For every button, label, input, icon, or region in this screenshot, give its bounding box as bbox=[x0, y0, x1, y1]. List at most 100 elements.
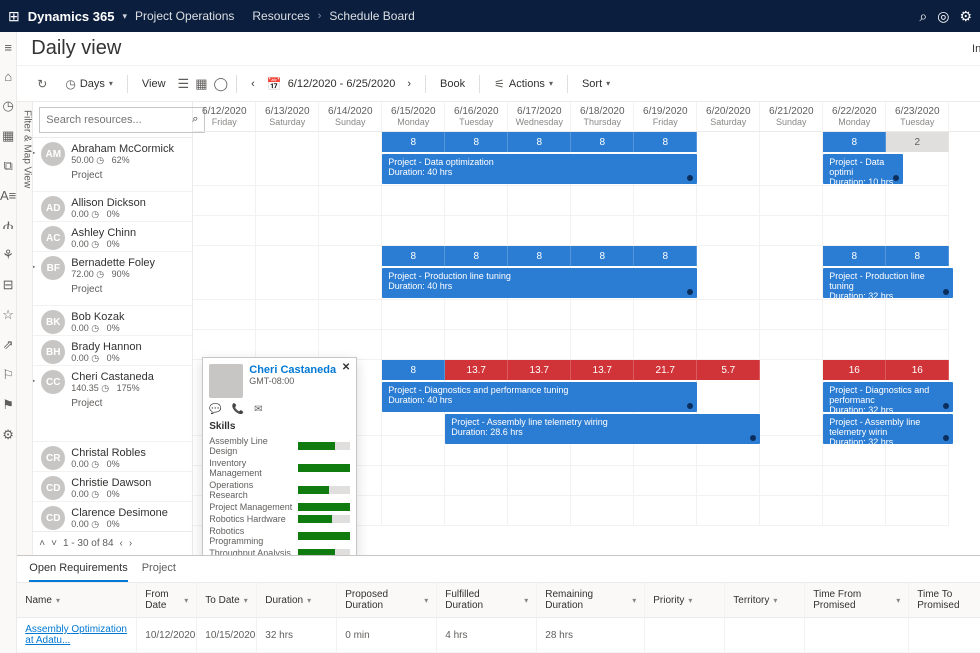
grid-view-icon[interactable]: ▦ bbox=[195, 76, 207, 92]
text-icon[interactable]: A≡ bbox=[0, 188, 16, 203]
skill-row: Robotics Hardware bbox=[209, 514, 350, 524]
home-icon[interactable]: ⌂ bbox=[4, 69, 12, 84]
tab-project[interactable]: Project bbox=[142, 562, 176, 582]
chevron-down-icon[interactable]: ▾ bbox=[122, 11, 127, 22]
refresh-button[interactable]: ↻ bbox=[31, 74, 53, 94]
skill-row: Operations Research bbox=[209, 480, 350, 500]
resource-item[interactable]: ▸AMAbraham McCormick50.00 ◷ 62%Project bbox=[33, 138, 192, 192]
booking-bar[interactable]: Project - Data optimizationDuration: 40 … bbox=[382, 154, 697, 184]
pager-down-icon[interactable]: ˅ bbox=[51, 538, 57, 549]
expand-icon[interactable]: ▸ bbox=[33, 262, 35, 271]
filter-map-tab[interactable]: Filter & Map View bbox=[17, 102, 33, 555]
column-header[interactable]: Time To Promised ▾ bbox=[909, 583, 980, 617]
pager-prev[interactable]: ‹ bbox=[120, 538, 123, 549]
avatar: BH bbox=[41, 340, 65, 364]
grid-icon[interactable]: ▦ bbox=[2, 128, 14, 144]
column-header[interactable]: Fulfilled Duration ▾ bbox=[437, 583, 537, 617]
target-icon[interactable]: ◎ bbox=[937, 8, 949, 25]
star-icon[interactable]: ☆ bbox=[2, 307, 14, 323]
skill-row: Throughput Analysis bbox=[209, 548, 350, 555]
people-icon[interactable]: ⚘ bbox=[2, 247, 14, 263]
search-input[interactable] bbox=[46, 114, 188, 126]
booking-bar[interactable]: Project - Diagnostics and performance tu… bbox=[382, 382, 697, 412]
sort-icon[interactable]: ▾ bbox=[632, 596, 636, 605]
pager-next[interactable]: › bbox=[129, 538, 132, 549]
flag-icon[interactable]: ⚑ bbox=[2, 397, 14, 413]
chart-icon[interactable]: ⇗ bbox=[3, 337, 14, 353]
list-view-icon[interactable]: ☰ bbox=[178, 76, 190, 92]
resource-item[interactable]: ▸BFBernadette Foley72.00 ◷ 90%Project bbox=[33, 252, 192, 306]
close-icon[interactable]: ✕ bbox=[342, 362, 350, 373]
expand-icon[interactable]: ▸ bbox=[33, 148, 35, 157]
tooltip-name[interactable]: Cheri Castaneda bbox=[249, 364, 336, 376]
breadcrumb-schedule-board[interactable]: Schedule Board bbox=[329, 9, 414, 23]
resource-item[interactable]: ADAllison Dickson0.00 ◷ 0% bbox=[33, 192, 192, 222]
actions-dropdown[interactable]: ⚟Actions▾ bbox=[488, 74, 559, 94]
area-name[interactable]: Project Operations bbox=[135, 9, 234, 23]
resource-search[interactable]: ⌕ bbox=[39, 107, 205, 133]
org-icon[interactable]: ሐ bbox=[3, 217, 13, 233]
capacity-cell: 21.7 bbox=[634, 360, 697, 380]
column-header[interactable]: To Date ▾ bbox=[197, 583, 257, 617]
sort-icon[interactable]: ▾ bbox=[688, 596, 692, 605]
layers-icon[interactable]: ⧉ bbox=[3, 158, 12, 174]
app-launcher-icon[interactable]: ⊞ bbox=[8, 8, 20, 25]
phone-icon[interactable]: 📞 bbox=[232, 404, 244, 415]
requirement-name-link[interactable]: Assembly Optimization at Adatu... bbox=[25, 624, 128, 646]
column-header[interactable]: Time From Promised ▾ bbox=[805, 583, 909, 617]
sort-icon[interactable]: ▾ bbox=[244, 596, 248, 605]
settings-icon[interactable]: ⚙ bbox=[959, 8, 972, 25]
mail-icon[interactable]: ✉ bbox=[254, 404, 262, 415]
resource-item[interactable]: CDChristie Dawson0.00 ◷ 0% bbox=[33, 472, 192, 502]
date-prev[interactable]: ‹ bbox=[245, 75, 261, 93]
divider bbox=[127, 75, 128, 93]
sort-icon[interactable]: ▾ bbox=[307, 596, 311, 605]
column-header[interactable]: Name ▾ bbox=[17, 583, 137, 617]
sort-icon[interactable]: ▾ bbox=[773, 596, 777, 605]
chat-icon[interactable]: 💬 bbox=[209, 404, 221, 415]
menu-icon[interactable]: ≡ bbox=[4, 40, 12, 55]
sort-icon[interactable]: ▾ bbox=[184, 596, 188, 605]
column-header[interactable]: Proposed Duration ▾ bbox=[337, 583, 437, 617]
booking-bar[interactable]: Project - Assembly line telemetry wiring… bbox=[445, 414, 760, 444]
resource-item[interactable]: BHBrady Hannon0.00 ◷ 0% bbox=[33, 336, 192, 366]
sort-dropdown[interactable]: Sort▾ bbox=[576, 75, 616, 93]
expand-icon[interactable]: ▸ bbox=[33, 376, 35, 385]
sort-icon[interactable]: ▾ bbox=[896, 596, 900, 605]
calendar-icon[interactable]: 📅 bbox=[267, 77, 282, 91]
column-header[interactable]: Duration ▾ bbox=[257, 583, 337, 617]
booking-bar[interactable]: Project - Assembly line telemetry wirinD… bbox=[823, 414, 953, 444]
requirements-row[interactable]: Assembly Optimization at Adatu... 10/12/… bbox=[17, 618, 980, 653]
days-dropdown[interactable]: ◷Days▾ bbox=[59, 74, 119, 94]
breadcrumb-resources[interactable]: Resources bbox=[252, 9, 309, 23]
date-range[interactable]: 6/12/2020 - 6/25/2020 bbox=[288, 78, 396, 90]
resource-item[interactable]: CDClarence Desimone0.00 ◷ 0% bbox=[33, 502, 192, 531]
column-header[interactable]: From Date ▾ bbox=[137, 583, 197, 617]
column-header[interactable]: Remaining Duration ▾ bbox=[537, 583, 645, 617]
sort-icon[interactable]: ▾ bbox=[424, 596, 428, 605]
avatar: AD bbox=[41, 196, 65, 220]
search-icon[interactable]: ⌕ bbox=[919, 8, 927, 25]
gear-icon[interactable]: ⚙ bbox=[2, 427, 14, 443]
clock-icon[interactable]: ◷ bbox=[2, 98, 13, 114]
pager-up-icon[interactable]: ˄ bbox=[39, 538, 45, 549]
resource-item[interactable]: CRChristal Robles0.00 ◷ 0% bbox=[33, 442, 192, 472]
tab-open-requirements[interactable]: Open Requirements bbox=[29, 562, 127, 582]
column-header[interactable]: Priority ▾ bbox=[645, 583, 725, 617]
resource-item[interactable]: ▸CCCheri Castaneda140.35 ◷ 175%Project bbox=[33, 366, 192, 442]
date-next[interactable]: › bbox=[401, 75, 417, 93]
list-icon[interactable]: ⊟ bbox=[3, 277, 14, 293]
sort-icon[interactable]: ▾ bbox=[524, 596, 528, 605]
misc-icon[interactable]: ⚐ bbox=[2, 367, 14, 383]
booking-bar[interactable]: Project - Production line tuningDuration… bbox=[382, 268, 697, 298]
resource-item[interactable]: BKBob Kozak0.00 ◷ 0% bbox=[33, 306, 192, 336]
globe-view-icon[interactable]: ◯ bbox=[214, 76, 229, 92]
resource-item[interactable]: ACAshley Chinn0.00 ◷ 0% bbox=[33, 222, 192, 252]
sort-icon[interactable]: ▾ bbox=[56, 596, 60, 605]
booking-bar[interactable]: Project - Production line tuningDuration… bbox=[823, 268, 953, 298]
booking-bar[interactable]: Project - Diagnostics and performancDura… bbox=[823, 382, 953, 412]
book-button[interactable]: Book bbox=[434, 75, 471, 93]
column-header[interactable]: Territory ▾ bbox=[725, 583, 805, 617]
booking-bar[interactable]: Project - Data optimiDuration: 10 hrs bbox=[823, 154, 903, 184]
page-action[interactable]: Initia bbox=[972, 43, 980, 55]
